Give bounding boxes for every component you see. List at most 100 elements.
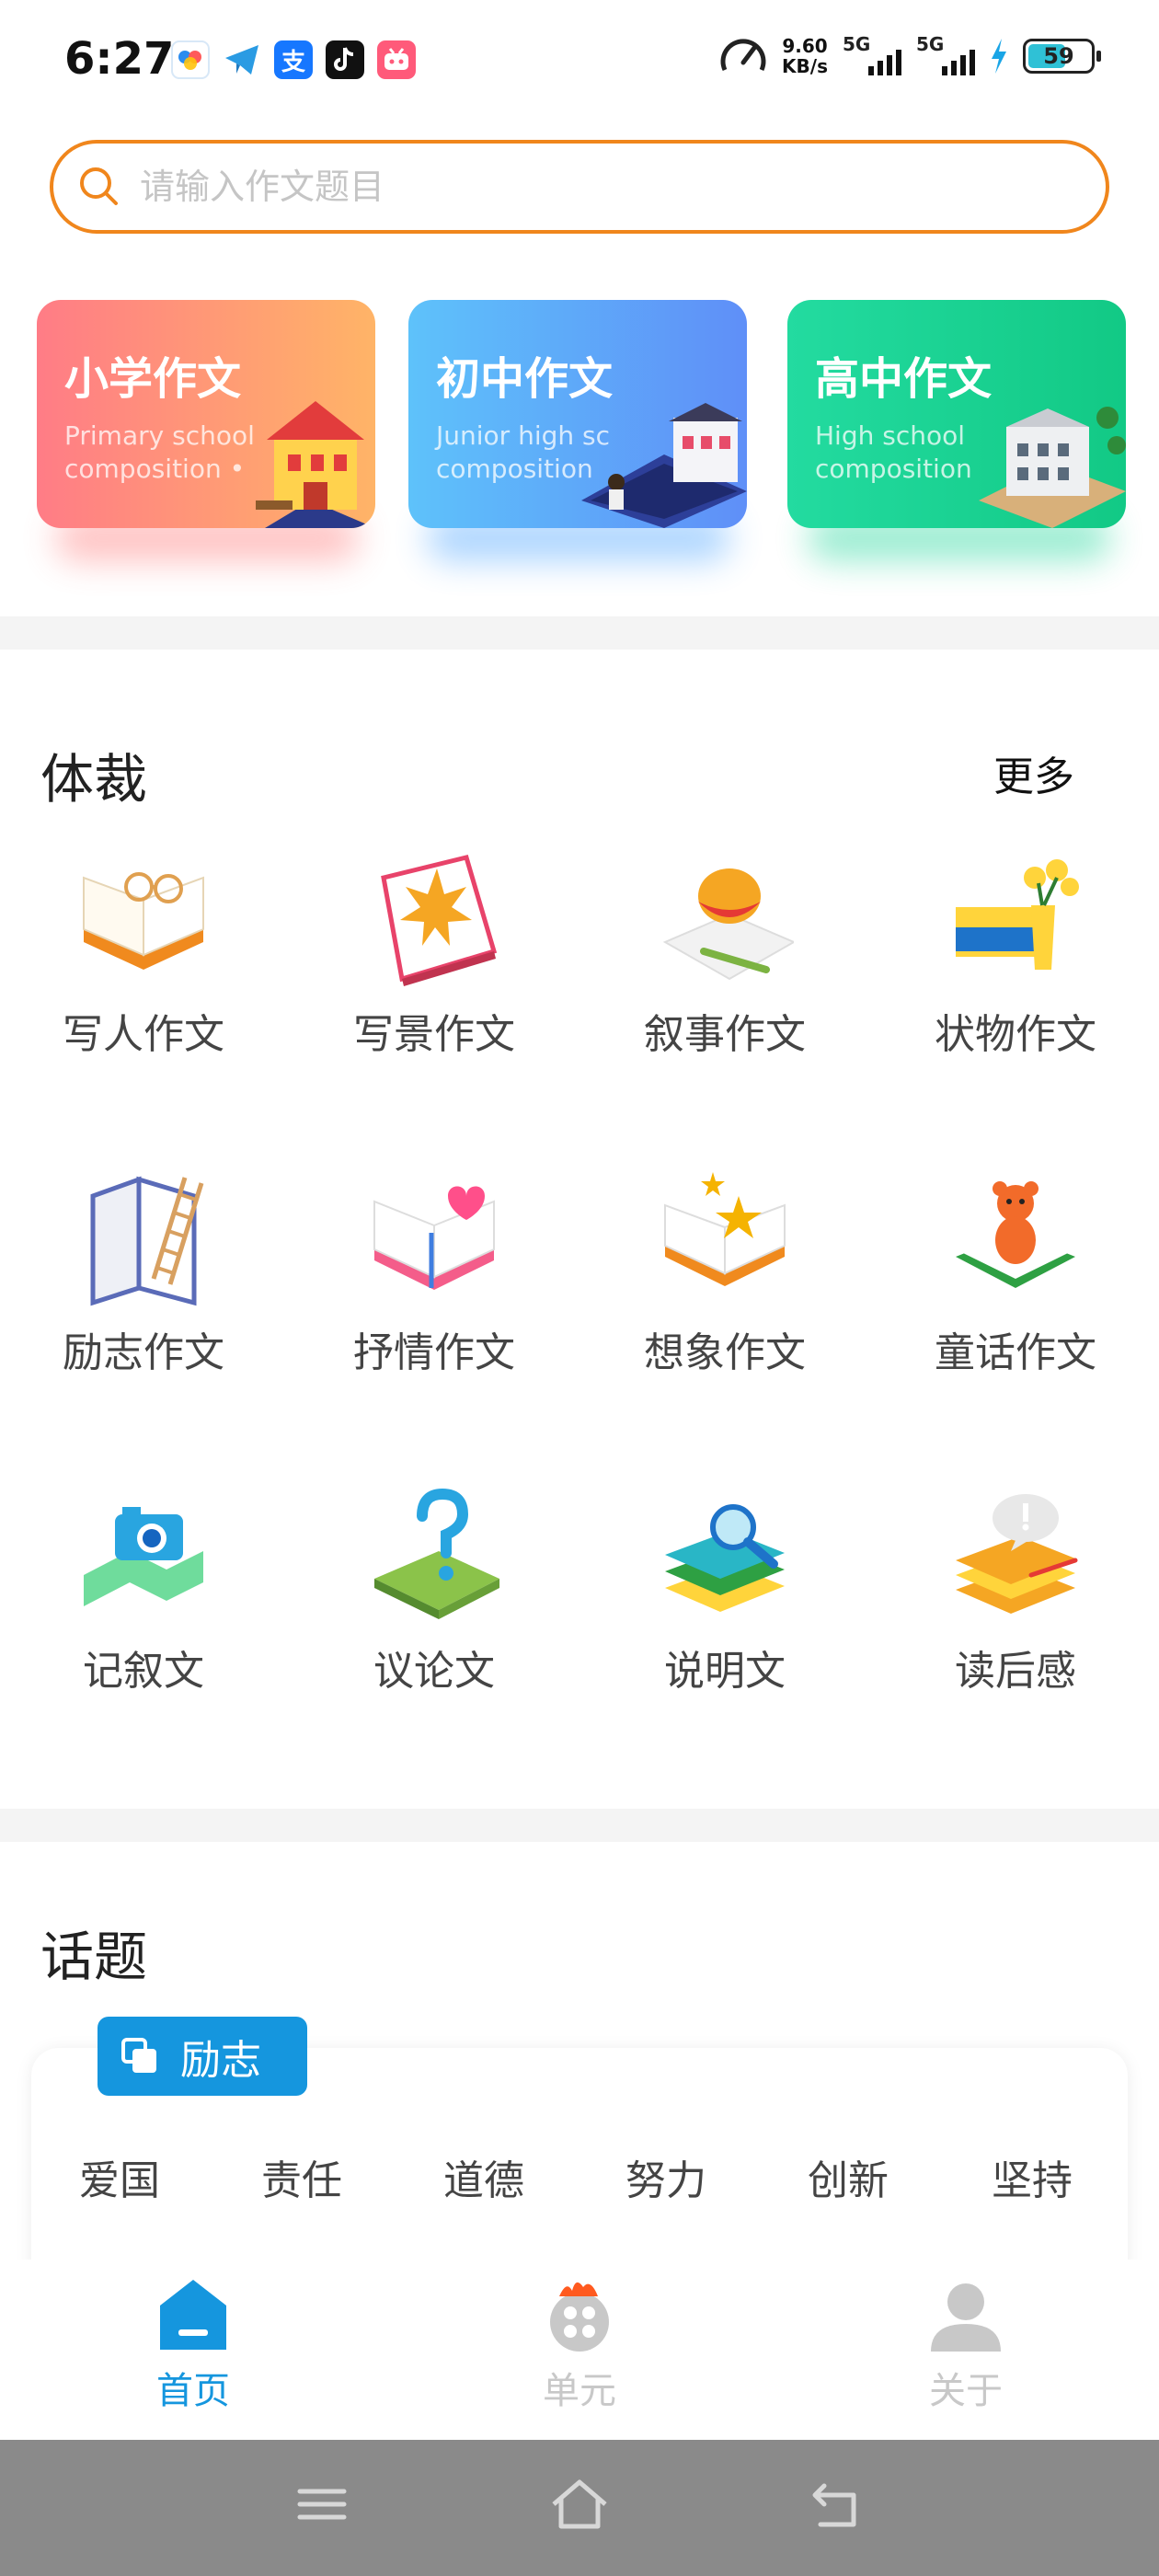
signal-1-label: 5G	[843, 33, 871, 55]
speech-bubble-books-icon	[956, 1494, 1078, 1614]
genre-item[interactable]: 议论文	[324, 1487, 545, 1696]
genre-label: 读后感	[955, 1648, 1076, 1695]
genre-label: 写人作文	[63, 1011, 224, 1058]
topic-item[interactable]: 坚持	[992, 2147, 1073, 2206]
topic-item[interactable]: 爱国	[79, 2147, 160, 2206]
maple-leaf-book-icon	[381, 855, 498, 986]
card-subtitle-line2: composition •	[64, 454, 246, 484]
topic-item[interactable]: 努力	[625, 2147, 706, 2206]
card-subtitle-line1: Primary school	[64, 420, 255, 451]
genre-item[interactable]: 想象作文	[614, 1168, 835, 1378]
genre-label: 状物作文	[935, 1011, 1096, 1058]
bilibili-icon	[377, 40, 416, 79]
topic-item[interactable]: 道德	[443, 2147, 524, 2206]
genre-label: 励志作文	[63, 1329, 224, 1376]
card-title: 高中作文	[815, 353, 993, 405]
genre-item[interactable]: 励志作文	[33, 1168, 254, 1378]
genre-label: 说明文	[664, 1648, 786, 1695]
back-icon[interactable]	[809, 2477, 865, 2532]
genre-item[interactable]: 状物作文	[905, 850, 1126, 1060]
card-title: 初中作文	[436, 353, 614, 405]
tiktok-icon	[326, 40, 364, 79]
nav-about[interactable]: 关于	[865, 2276, 1067, 2414]
card-subtitle: Primary school composition •	[64, 420, 255, 486]
camera-map-icon	[84, 1507, 203, 1606]
cap-pencil-book-icon	[662, 868, 794, 981]
high-school-building-icon	[979, 407, 1126, 528]
heart-book-icon	[373, 1186, 495, 1290]
system-status: 9.60 KB/s 5G 5G 59	[719, 33, 1101, 79]
primary-school-card[interactable]: 小学作文 Primary school composition •	[37, 300, 375, 528]
ladder-book-icon	[90, 1176, 204, 1306]
user-icon	[931, 2283, 1001, 2352]
card-subtitle-line2: composition	[436, 454, 593, 484]
signal-bars-icon	[868, 50, 901, 75]
junior-high-card[interactable]: 初中作文 Junior high sc composition	[408, 300, 747, 528]
genre-label: 记叙文	[83, 1648, 204, 1695]
network-speed-unit: KB/s	[782, 55, 828, 77]
speedometer-icon	[720, 39, 766, 72]
search-input[interactable]	[140, 167, 968, 207]
star-book-icon	[664, 1172, 786, 1286]
copy-icon	[121, 2038, 156, 2073]
genre-item[interactable]: 童话作文	[905, 1168, 1126, 1378]
topic-item[interactable]: 责任	[261, 2147, 342, 2206]
nav-unit[interactable]: 单元	[478, 2276, 681, 2414]
section-divider	[0, 616, 1159, 650]
topic-section-title: 话题	[40, 1926, 148, 1988]
more-button[interactable]: 更多	[993, 743, 1074, 802]
topic-item[interactable]: 创新	[808, 2147, 889, 2206]
signal-2: 5G	[916, 33, 975, 79]
status-bar: 6:27 支 9.60 KB/s 5G 5G 59	[0, 0, 1159, 120]
search-bar[interactable]	[50, 140, 1109, 234]
school-building-icon	[256, 401, 375, 528]
section-divider	[0, 1809, 1159, 1842]
status-time: 6:27	[64, 33, 175, 85]
topic-badge[interactable]: 励志	[98, 2017, 307, 2096]
alipay-icon: 支	[274, 40, 313, 79]
card-title: 小学作文	[64, 353, 242, 405]
genre-item[interactable]: 说明文	[614, 1487, 835, 1696]
network-speed: 9.60 KB/s	[782, 36, 828, 76]
card-subtitle-line2: composition	[815, 454, 972, 484]
battery-level: 59	[1043, 43, 1074, 69]
signal-1: 5G	[843, 33, 901, 79]
network-speed-value: 9.60	[782, 35, 828, 57]
junior-school-building-icon	[581, 403, 747, 528]
book-glasses-icon	[83, 872, 204, 970]
bottom-nav: 首页 单元 关于	[0, 2260, 1159, 2440]
genre-label: 想象作文	[644, 1329, 806, 1376]
genre-label: 议论文	[373, 1648, 495, 1695]
signal-2-label: 5G	[916, 33, 945, 55]
genre-item[interactable]: 读后感	[905, 1487, 1126, 1696]
telegram-icon	[223, 40, 261, 79]
battery-indicator: 59	[1023, 39, 1101, 74]
genre-label: 写景作文	[353, 1011, 515, 1058]
nav-home[interactable]: 首页	[92, 2276, 294, 2414]
magnifier-books-icon	[665, 1504, 785, 1612]
genre-label: 抒情作文	[353, 1329, 515, 1376]
home-gesture-icon[interactable]	[548, 2477, 611, 2532]
menu-icon[interactable]	[294, 2477, 350, 2532]
baidu-netdisk-icon	[171, 40, 210, 79]
genre-item[interactable]: 抒情作文	[324, 1168, 545, 1378]
high-school-card[interactable]: 高中作文 High school composition	[787, 300, 1126, 528]
card-subtitle-line1: High school	[815, 420, 966, 451]
charging-bolt-icon	[992, 39, 1006, 74]
search-icon	[80, 167, 118, 205]
nav-about-label: 关于	[929, 2370, 1003, 2412]
genre-item[interactable]: 写景作文	[324, 850, 545, 1060]
genre-label: 童话作文	[935, 1329, 1096, 1376]
topic-badge-label: 励志	[180, 2037, 261, 2084]
system-navigation-bar	[0, 2440, 1159, 2576]
question-book-icon	[374, 1488, 499, 1619]
card-subtitle: High school composition	[815, 420, 972, 486]
hot-units-icon	[550, 2282, 609, 2352]
signal-bars-icon	[942, 50, 975, 75]
flower-vase-icon	[956, 859, 1079, 970]
genre-item[interactable]: 记叙文	[33, 1487, 254, 1696]
genre-item[interactable]: 叙事作文	[614, 850, 835, 1060]
nav-unit-label: 单元	[543, 2370, 616, 2412]
genre-item[interactable]: 写人作文	[33, 850, 254, 1060]
genre-section-title: 体裁	[40, 748, 148, 811]
